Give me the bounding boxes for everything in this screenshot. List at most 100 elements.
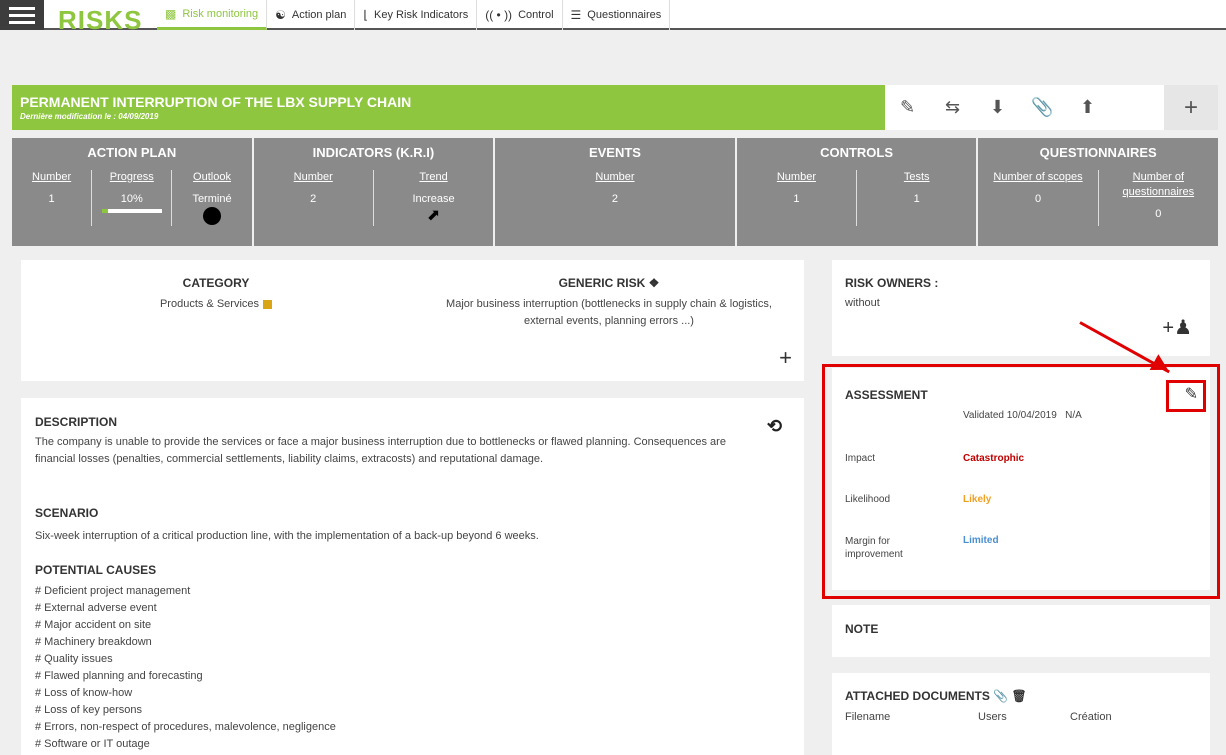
chart-icon: ▩ xyxy=(165,6,177,21)
list-item: # Major accident on site xyxy=(35,619,152,631)
top-bar: RISKS ▩ Risk monitoring ☯ Action plan ⌊ … xyxy=(0,0,1226,35)
stat-title: EVENTS xyxy=(588,145,641,160)
progress-bar xyxy=(101,209,162,213)
scenario-text: Six-week interruption of a critical prod… xyxy=(35,530,539,542)
list-item: # Flawed planning and forecasting xyxy=(35,670,203,682)
stat-questionnaires: QUESTIONNAIRES Number of scopes 0 Number … xyxy=(978,138,1218,246)
last-modified: Dernière modification le : 04/09/2019 xyxy=(20,112,159,121)
list-item: # External adverse event xyxy=(35,602,157,614)
action-plan-outlook-link[interactable]: Outlook xyxy=(174,170,249,185)
list-item: # Software or IT outage xyxy=(35,738,150,750)
annotation-box-edit xyxy=(1166,380,1206,412)
causes-heading: POTENTIAL CAUSES xyxy=(35,563,157,577)
generic-risk-heading: GENERIC RISK xyxy=(558,276,646,290)
import-icon[interactable]: ⬇ xyxy=(975,85,1020,130)
network-icon: ☯ xyxy=(275,8,286,22)
description-text: The company is unable to provide the ser… xyxy=(35,436,726,465)
category-block: CATEGORY Products & Services xyxy=(141,276,291,313)
category-value: Products & Services xyxy=(159,298,260,310)
edit-icon[interactable]: ✎ xyxy=(885,85,930,130)
list-icon: ☰ xyxy=(570,8,582,22)
swap-icon[interactable]: ⇆ xyxy=(930,85,975,130)
tab-label: Risk monitoring xyxy=(182,7,259,20)
tab-questionnaires[interactable]: ☰ Questionnaires xyxy=(563,0,671,30)
annotation-box-assessment xyxy=(822,364,1220,599)
list-item: # Errors, non-respect of procedures, mal… xyxy=(35,721,336,733)
tab-kri[interactable]: ⌊ Key Risk Indicators xyxy=(355,0,478,30)
stat-title: ACTION PLAN xyxy=(87,145,177,160)
add-icon[interactable]: + xyxy=(1164,85,1218,130)
indicators-trend-link[interactable]: Trend xyxy=(376,170,491,185)
risk-owners-panel: RISK OWNERS : without +♟ xyxy=(832,260,1210,356)
action-plan-progress-link[interactable]: Progress xyxy=(94,170,169,185)
stat-events: EVENTS Number 2 xyxy=(495,138,735,246)
col-users[interactable]: Users xyxy=(978,711,1070,723)
list-item: # Loss of key persons xyxy=(35,704,143,716)
tab-label: Key Risk Indicators xyxy=(374,9,469,21)
tab-action-plan[interactable]: ☯ Action plan xyxy=(267,0,356,30)
col-filename[interactable]: Filename xyxy=(845,711,978,723)
add-user-icon[interactable]: +♟ xyxy=(1162,315,1192,340)
stat-title: INDICATORS (K.R.I) xyxy=(312,145,435,160)
indicators-number-link[interactable]: Number xyxy=(256,170,371,185)
docs-heading: ATTACHED DOCUMENTS xyxy=(845,689,990,703)
signal-icon: (( • )) xyxy=(485,8,513,22)
list-item: # Quality issues xyxy=(35,653,113,665)
events-number: 2 xyxy=(611,193,619,205)
generic-risk-icon: ❖ xyxy=(648,276,660,290)
action-plan-number-link[interactable]: Number xyxy=(14,170,89,185)
trash-icon[interactable]: 🗑 xyxy=(1012,689,1027,703)
stat-title: CONTROLS xyxy=(820,145,894,160)
col-creation[interactable]: Création xyxy=(1070,711,1112,723)
risk-title: PERMANENT INTERRUPTION OF THE LBX SUPPLY… xyxy=(20,94,412,110)
list-item: # Machinery breakdown xyxy=(35,636,152,648)
nav-tabs: ▩ Risk monitoring ☯ Action plan ⌊ Key Ri… xyxy=(157,0,671,30)
tab-label: Questionnaires xyxy=(587,9,662,21)
category-color-icon xyxy=(263,299,273,309)
upload-icon[interactable]: ⬆ xyxy=(1065,85,1110,130)
trend-up-icon: ⬈ xyxy=(426,207,441,224)
stats-bar: ACTION PLAN Number 1 Progress 10% Outlook T… xyxy=(12,138,1218,246)
add-icon[interactable]: + xyxy=(779,345,792,371)
risk-toolbar: ✎ ⇆ ⬇ 📎 ⬆ + xyxy=(885,85,1218,130)
paperclip-icon[interactable]: 📎 xyxy=(1020,85,1065,130)
tab-label: Control xyxy=(518,9,554,21)
attached-documents-panel: ATTACHED DOCUMENTS 📎 🗑 Filename Users Cr… xyxy=(832,673,1210,755)
risk-header: PERMANENT INTERRUPTION OF THE LBX SUPPLY… xyxy=(12,85,885,130)
list-item: # Deficient project management xyxy=(35,585,191,597)
note-heading: NOTE xyxy=(845,622,879,636)
generic-risk-value: Major business interruption (bottlenecks… xyxy=(446,298,772,327)
description-heading: DESCRIPTION xyxy=(35,415,118,429)
owners-value: without xyxy=(845,297,880,309)
controls-tests: 1 xyxy=(913,193,920,205)
controls-number-link[interactable]: Number xyxy=(739,170,854,185)
history-icon[interactable]: ⟲ xyxy=(767,416,782,437)
app-title: RISKS xyxy=(58,5,143,35)
progress-fill xyxy=(101,209,108,213)
scopes-link[interactable]: Number of scopes xyxy=(980,170,1095,185)
controls-tests-link[interactable]: Tests xyxy=(859,170,974,185)
menu-icon[interactable] xyxy=(0,0,44,30)
note-panel: NOTE xyxy=(832,605,1210,657)
stat-action-plan: ACTION PLAN Number 1 Progress 10% Outlook T… xyxy=(12,138,252,246)
generic-risk-block: GENERIC RISK ❖ Major business interrupti… xyxy=(439,276,779,330)
causes-list: # Deficient project management # Externa… xyxy=(35,583,790,753)
indicators-trend: Increase xyxy=(412,193,455,205)
paperclip-icon[interactable]: 📎 xyxy=(993,689,1008,703)
tab-label: Action plan xyxy=(291,9,347,21)
tab-control[interactable]: (( • )) Control xyxy=(477,0,563,30)
stat-indicators: INDICATORS (K.R.I) Number 2 Trend Increase… xyxy=(253,138,494,246)
controls-number: 1 xyxy=(793,193,800,205)
thermometer-icon: ⌊ xyxy=(363,8,369,22)
action-plan-outlook: Terminé xyxy=(192,193,232,205)
scopes-number: 0 xyxy=(1034,193,1042,205)
events-number-link[interactable]: Number xyxy=(497,170,733,185)
tab-risk-monitoring[interactable]: ▩ Risk monitoring xyxy=(157,0,268,30)
stat-controls: CONTROLS Number 1 Tests 1 xyxy=(736,138,977,246)
description-panel: ⟲ DESCRIPTION The company is unable to p… xyxy=(21,398,804,755)
category-panel: CATEGORY Products & Services GENERIC RIS… xyxy=(21,260,804,381)
action-plan-number: 1 xyxy=(48,193,55,205)
questionnaires-link[interactable]: Number of questionnaires xyxy=(1101,170,1216,200)
indicators-number: 2 xyxy=(310,193,317,205)
category-heading: CATEGORY xyxy=(182,276,250,290)
